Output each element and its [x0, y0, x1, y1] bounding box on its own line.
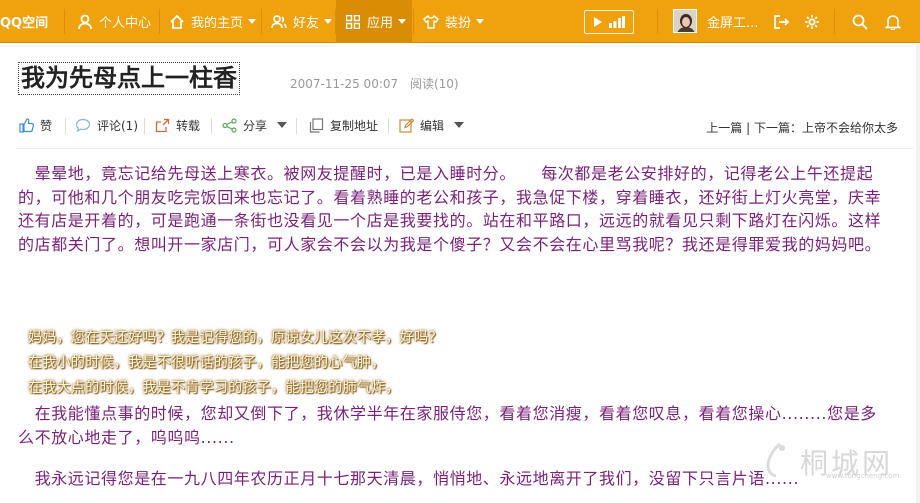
copy-address-button[interactable]: 复制地址	[308, 113, 378, 137]
bell-icon	[884, 13, 902, 31]
notifications-button[interactable]	[884, 0, 907, 43]
article-date: 2007-11-25 00:07	[290, 77, 399, 91]
nav-friends-label: 好友	[293, 16, 320, 31]
friends-icon	[270, 13, 288, 31]
shirt-icon	[422, 13, 440, 31]
top-navigation-bar: QQ空间 个人中心 我的主页 好友 应用 装扮 金屏工...	[0, 0, 920, 43]
chevron-down-icon	[324, 19, 333, 24]
chevron-down-icon[interactable]	[277, 122, 288, 128]
like-label: 赞	[40, 118, 53, 133]
action-separator	[144, 118, 145, 134]
action-separator	[65, 118, 66, 134]
home-icon	[168, 13, 186, 31]
comment-icon	[75, 117, 91, 133]
watermark-logo-icon	[766, 442, 785, 478]
music-player[interactable]	[584, 10, 634, 34]
repost-label: 转载	[176, 118, 201, 133]
action-separator	[388, 118, 389, 134]
header-divider	[16, 148, 914, 149]
edit-button[interactable]: 编辑	[398, 113, 465, 137]
nav-separator	[159, 9, 160, 34]
nav-decorate-label: 装扮	[445, 16, 472, 31]
copy-icon	[308, 117, 324, 133]
poem-line-1: 妈妈，您在天还好吗？我是记得您的，原谅女儿这次不孝，好吗？	[28, 330, 443, 346]
chevron-down-icon	[398, 19, 407, 24]
watermark-url: www.tongcheng.com	[826, 472, 900, 480]
article-title: 我为先母点上一柱香	[18, 62, 240, 95]
grid-icon	[344, 13, 362, 31]
pagination-separator: |	[746, 121, 754, 135]
site-watermark: 桐城网 www.tongcheng.com	[760, 436, 910, 486]
share-icon	[221, 117, 237, 133]
nav-personal-center[interactable]: 个人中心	[76, 0, 151, 43]
nav-my-home[interactable]: 我的主页	[168, 0, 257, 43]
nav-separator	[657, 9, 658, 34]
nav-personal-center-label: 个人中心	[99, 16, 152, 31]
like-button[interactable]: 赞	[18, 113, 52, 137]
nav-apps-label: 应用	[367, 16, 394, 31]
share-label: 分享	[243, 118, 268, 133]
person-icon	[76, 13, 94, 31]
poem-line-3: 在我大点的时候，我是不肯学习的孩子，能把您的肺气炸，	[28, 380, 400, 396]
exit-button[interactable]	[772, 0, 795, 43]
nav-separator	[413, 9, 414, 34]
comment-button[interactable]: 评论(1)	[75, 113, 138, 137]
settings-button[interactable]	[803, 0, 826, 43]
edit-icon	[398, 117, 414, 133]
chevron-down-icon[interactable]	[454, 122, 465, 128]
play-icon[interactable]	[593, 13, 603, 32]
search-button[interactable]	[851, 0, 874, 43]
qzone-logo[interactable]: QQ空间	[0, 0, 48, 43]
exit-icon	[772, 13, 790, 31]
page-scrollbar[interactable]	[916, 44, 920, 503]
nav-decorate[interactable]: 装扮	[422, 0, 485, 43]
edit-label: 编辑	[420, 118, 445, 133]
thumbs-up-icon	[18, 117, 34, 133]
share-button[interactable]: 分享	[221, 113, 288, 137]
prev-article-link[interactable]: 上一篇	[706, 121, 742, 135]
chevron-down-icon	[476, 19, 485, 24]
nav-my-home-label: 我的主页	[191, 16, 244, 31]
poem-line-2: 在我小的时候，我是不很听话的孩子，能把您的心气肿，	[28, 355, 386, 371]
copy-address-label: 复制地址	[330, 118, 379, 133]
nav-separator	[64, 9, 65, 34]
nav-apps[interactable]: 应用	[336, 0, 412, 43]
article-pagination: 上一篇 | 下一篇：上帝不会给你太多	[706, 119, 898, 136]
equalizer-icon	[609, 13, 625, 32]
article-paragraph-1: 晕晕地，竟忘记给先母送上寒衣。被网友提醒时，已是入睡时分。 每次都是老公安排好的…	[18, 164, 882, 254]
nav-separator	[261, 9, 262, 34]
action-separator	[211, 118, 212, 134]
article-action-bar: 赞 评论(1) 转载 分享 复制地址 编辑 上一篇 | 下一篇：上帝不会给你太多	[0, 113, 920, 137]
action-separator	[296, 118, 297, 134]
repost-icon	[154, 117, 170, 133]
next-article-link[interactable]: 下一篇：上帝不会给你太多	[754, 121, 898, 135]
nav-separator	[834, 9, 835, 34]
chevron-down-icon	[248, 19, 257, 24]
article-meta: 2007-11-25 00:07 阅读(10)	[290, 75, 459, 92]
search-icon	[851, 13, 869, 31]
repost-button[interactable]: 转载	[154, 113, 200, 137]
avatar[interactable]	[673, 9, 697, 33]
user-name[interactable]: 金屏工...	[707, 0, 758, 43]
article-read-count[interactable]: 阅读(10)	[410, 77, 459, 91]
comment-label: 评论(1)	[97, 118, 138, 133]
nav-friends[interactable]: 好友	[270, 0, 333, 43]
gear-icon	[803, 13, 821, 31]
